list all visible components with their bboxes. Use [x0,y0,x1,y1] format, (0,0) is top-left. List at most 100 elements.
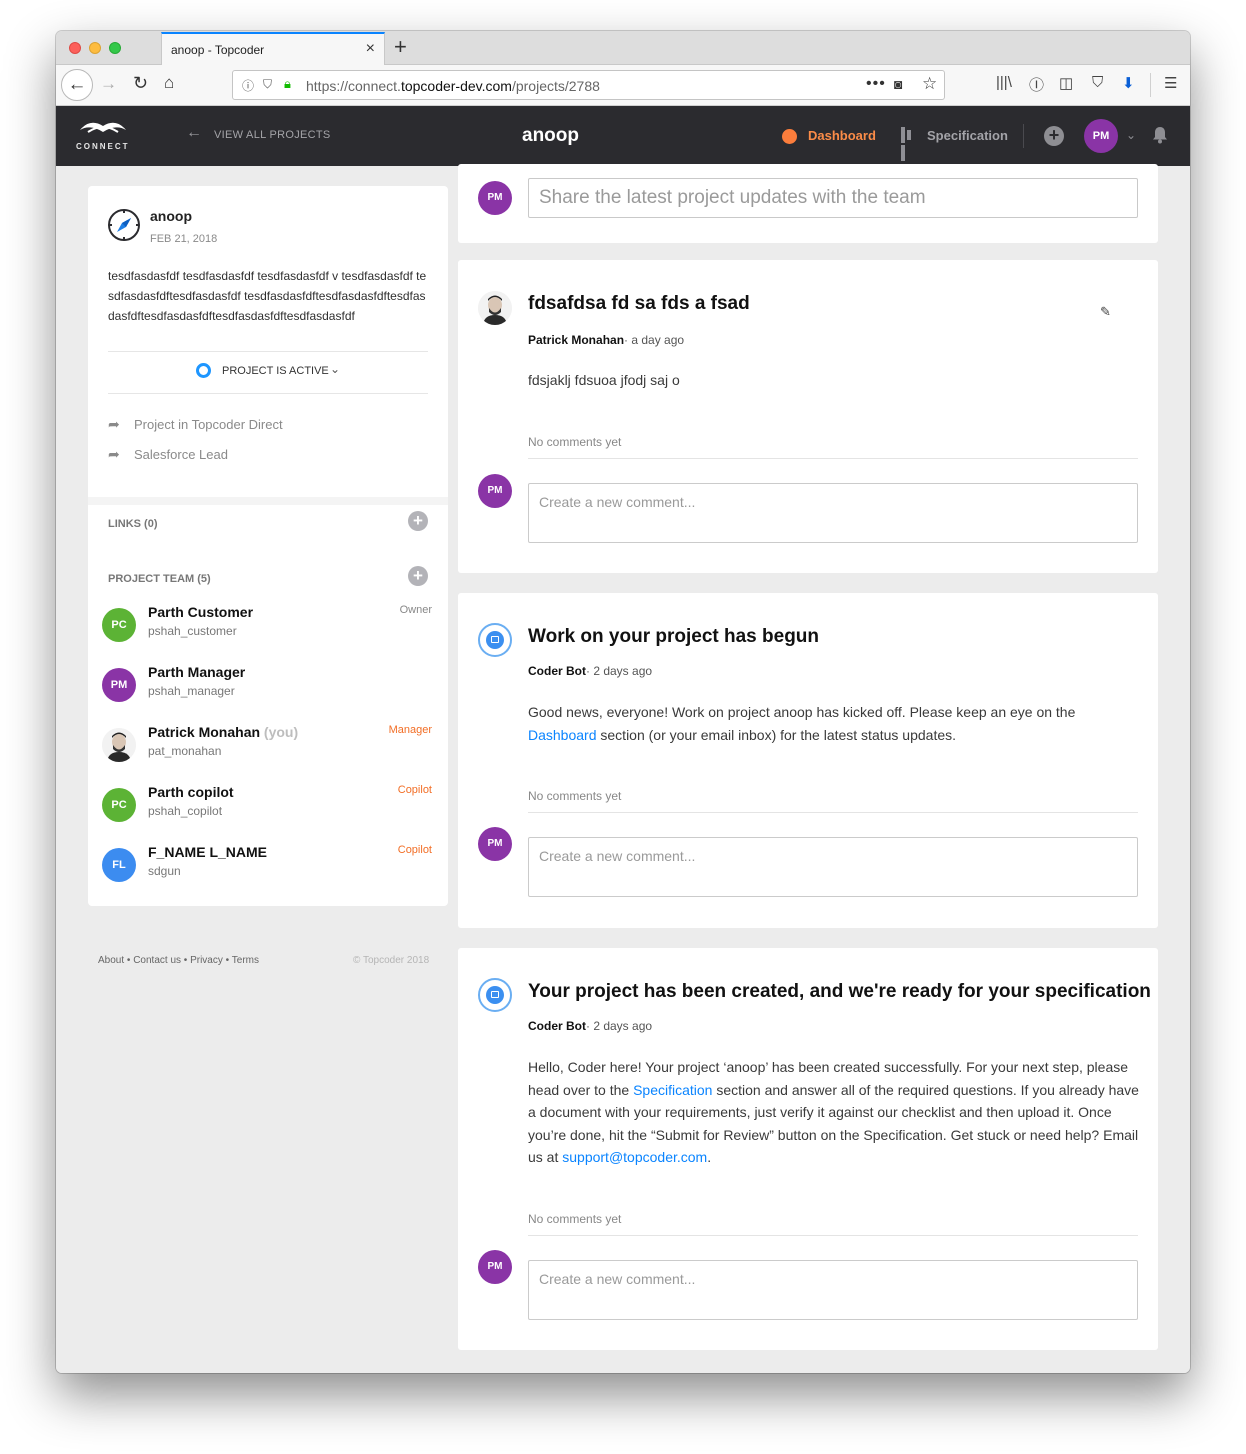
tab-title: anoop - Topcoder [171,43,265,57]
team-member[interactable]: PC Parth Customer pshah_customer Owner [102,604,432,660]
divider [108,393,428,394]
team-member[interactable]: PC Parth copilot pshah_copilot Copilot [102,784,432,840]
member-handle: pat_monahan [148,744,222,758]
member-handle: pshah_copilot [148,804,223,818]
tab-dashboard[interactable]: Dashboard [808,128,876,143]
view-all-projects-link[interactable]: VIEW ALL PROJECTS [214,129,331,141]
terms-link[interactable]: Terms [232,955,259,966]
no-comments-text: No comments yet [528,789,622,803]
close-window-button[interactable] [69,42,81,54]
home-icon[interactable]: ⌂ [164,73,174,93]
section-separator [88,497,448,505]
no-comments-text: No comments yet [528,435,622,449]
post-body: Good news, everyone! Work on project ano… [528,704,1076,743]
avatar: PM [102,668,136,702]
new-tab-icon[interactable]: + [394,34,407,60]
member-handle: sdgun [148,864,181,878]
copyright: © Topcoder 2018 [353,955,430,966]
avatar [102,728,136,762]
header-divider [1023,124,1024,148]
tab-specification[interactable]: Specification [927,128,1008,143]
status-circle-icon [196,363,211,378]
url-bar[interactable]: ⓘ ⛉ 🔒︎ https://connect.topcoder-dev.com/… [232,70,945,100]
post-body: Hello, Coder here! Your project ‘anoop’ … [528,1059,1139,1165]
close-tab-icon[interactable]: × [366,40,375,58]
main-content: anoop FEB 21, 2018 tesdfasdasfdf tesdfas… [56,164,1190,1373]
links-header: LINKS (0) [108,518,158,530]
project-info-card: anoop FEB 21, 2018 tesdfasdasfdf tesdfas… [88,186,448,906]
forward-arrow-icon[interactable]: → [100,74,117,94]
reload-icon[interactable]: ↻ [133,73,148,94]
connect-logo-icon[interactable] [78,118,128,138]
info-icon[interactable]: ⓘ [242,77,254,94]
lock-icon: 🔒︎ [284,76,291,91]
feed-post: Work on your project has begun Coder Bot… [458,593,1158,928]
comment-input[interactable]: Create a new comment... [528,837,1138,897]
menu-icon[interactable]: ☰ [1164,74,1177,92]
member-role: Copilot [397,784,432,796]
page-title: anoop [522,125,579,146]
coder-bot-icon [478,623,512,657]
add-team-member-button[interactable]: + [408,566,428,586]
team-member[interactable]: PM Parth Manager pshah_manager [102,664,432,720]
ublock-icon[interactable]: ⛉ [1092,74,1103,91]
dashboard-icon[interactable] [782,129,797,144]
post-title: fdsafdsa fd sa fds a fsad [528,293,750,314]
member-name: Patrick Monahan (you) [148,724,299,740]
contact-link[interactable]: Contact us [133,955,181,966]
salesforce-lead-link[interactable]: ➦ Salesforce Lead [108,446,228,463]
chevron-down-icon[interactable]: ⌄ [1126,128,1136,142]
add-icon[interactable]: + [1044,126,1064,146]
pocket-icon[interactable]: ◙ [894,76,902,92]
edit-pencil-icon[interactable]: ✎ [1100,304,1111,320]
back-arrow-icon[interactable]: ← [61,69,93,101]
project-date: FEB 21, 2018 [150,233,218,245]
extension-icon[interactable]: Ⓘ [1029,74,1044,95]
sidebar-icon[interactable]: ◫ [1059,74,1073,92]
team-header: PROJECT TEAM (5) [108,573,211,585]
comment-input[interactable]: Create a new comment... [528,1260,1138,1320]
post-body: fdsjaklj fdsuoa jfodj saj o [528,372,680,388]
about-link[interactable]: About [98,955,124,966]
project-description: tesdfasdasfdf tesdfasdasfdf tesdfasdasfd… [108,269,427,323]
feed-post: fdsafdsa fd sa fds a fsad ✎ Patrick Mona… [458,260,1158,573]
bookmark-star-icon[interactable]: ☆ [922,74,937,94]
page-actions-icon[interactable]: ••• [866,75,886,93]
privacy-link[interactable]: Privacy [190,955,223,966]
download-icon[interactable]: ⬇ [1122,74,1135,92]
footer-links: About • Contact us • Privacy • Terms [98,955,259,966]
specification-link[interactable]: Specification [633,1082,712,1098]
project-name: anoop [150,208,192,224]
minimize-window-button[interactable] [89,42,101,54]
post-title: Your project has been created, and we're… [528,981,1151,1002]
tracking-shield-icon[interactable]: ⛉ [263,77,272,92]
team-member[interactable]: FL F_NAME L_NAME sdgun Copilot [102,844,432,900]
user-avatar[interactable]: PM [1084,119,1118,153]
url-text[interactable]: https://connect.topcoder-dev.com/project… [306,78,600,94]
app-header: CONNECT ← VIEW ALL PROJECTS anoop Dashbo… [56,106,1190,166]
back-arrow-icon[interactable]: ← [186,124,202,142]
no-comments-text: No comments yet [528,1212,622,1226]
add-link-button[interactable]: + [408,511,428,531]
member-role: Copilot [397,844,432,856]
library-icon[interactable]: |||\ [996,74,1012,91]
specification-icon[interactable] [901,127,917,161]
browser-tab[interactable]: anoop - Topcoder × [161,32,385,65]
share-update-input[interactable]: Share the latest project updates with th… [528,178,1138,218]
compass-icon [108,209,140,241]
post-author: Coder Bot· 2 days ago [528,664,653,678]
divider [528,458,1138,459]
member-handle: pshah_manager [148,684,235,698]
support-email-link[interactable]: support@topcoder.com [562,1149,707,1165]
chevron-down-icon[interactable]: ⌄ [330,362,340,376]
maximize-window-button[interactable] [109,42,121,54]
member-name: F_NAME L_NAME [148,844,268,860]
team-member[interactable]: Patrick Monahan (you) pat_monahan Manage… [102,724,432,780]
dashboard-link[interactable]: Dashboard [528,727,597,743]
bell-icon[interactable] [1152,126,1168,144]
share-arrow-icon: ➦ [108,416,120,432]
avatar: PM [478,181,512,215]
topcoder-direct-link[interactable]: ➦ Project in Topcoder Direct [108,416,283,433]
comment-input[interactable]: Create a new comment... [528,483,1138,543]
divider [528,812,1138,813]
